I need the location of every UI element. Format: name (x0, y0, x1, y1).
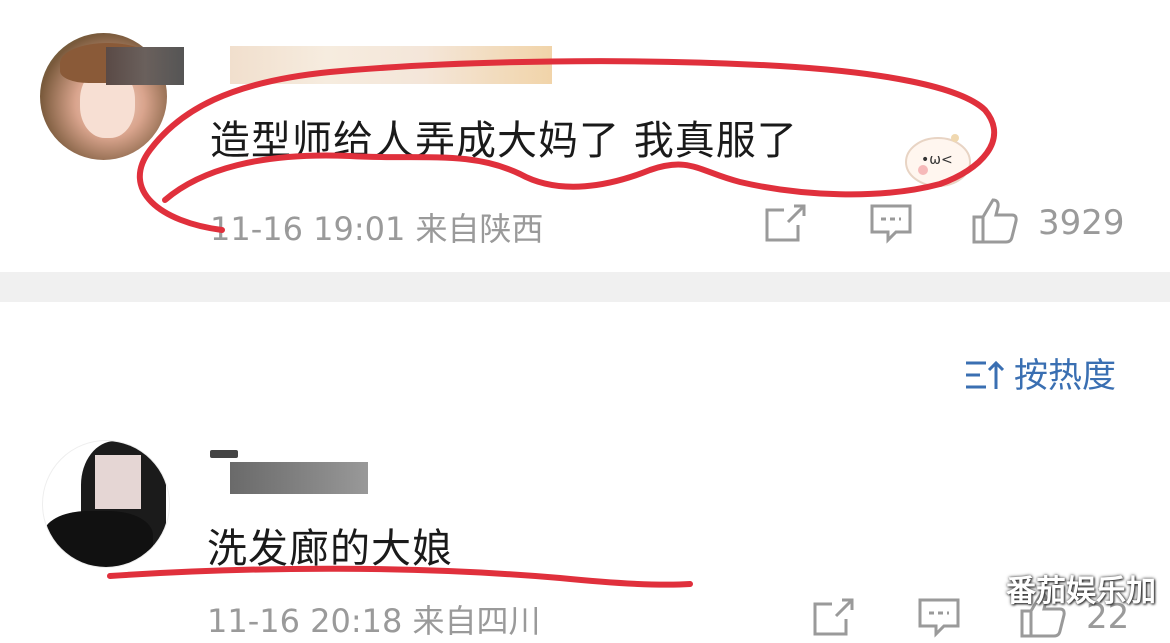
repost-icon[interactable] (764, 203, 808, 243)
red-highlight-annotation (107, 58, 998, 588)
avatar[interactable] (42, 440, 170, 568)
comment-meta: 11-16 20:18 来自四川 (207, 602, 541, 640)
username-redacted (106, 47, 184, 85)
sticker-icon: •ω< (903, 126, 973, 188)
sort-button[interactable]: 按热度 (964, 348, 1116, 400)
username-blur[interactable] (230, 46, 552, 84)
sort-label: 按热度 (1014, 356, 1116, 396)
comment-text: 洗发廊的大娘 (207, 526, 453, 572)
username-redacted[interactable] (230, 462, 368, 494)
repost-icon[interactable] (812, 597, 856, 637)
comment-meta: 11-16 19:01 来自陕西 (210, 210, 544, 248)
like-count: 3929 (1038, 203, 1125, 243)
username-fragment (210, 450, 238, 458)
svg-text:•ω<: •ω< (921, 152, 953, 168)
sort-icon (964, 359, 1005, 400)
comment-text: 造型师给人弄成大妈了 我真服了 (210, 118, 798, 164)
comment-icon[interactable] (869, 203, 913, 245)
face-detail (95, 455, 141, 509)
section-divider (0, 272, 1170, 302)
comment-icon[interactable] (917, 597, 961, 639)
like-icon[interactable] (971, 197, 1019, 245)
watermark: 番茄娱乐加 (1006, 574, 1156, 609)
shoulder-detail (43, 511, 153, 567)
